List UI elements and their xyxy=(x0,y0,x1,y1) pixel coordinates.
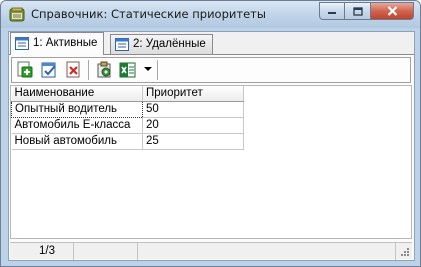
table-row[interactable]: Автомобиль E-класса 20 xyxy=(11,117,244,134)
close-button[interactable] xyxy=(371,2,414,20)
cell-name[interactable]: Опытный водитель xyxy=(11,100,143,118)
excel-export-icon[interactable] xyxy=(119,61,137,79)
cell-priority[interactable]: 50 xyxy=(142,101,244,118)
title-bar[interactable]: Справочник: Статические приоритеты xyxy=(1,1,420,28)
minimize-button[interactable] xyxy=(319,2,345,20)
table-row[interactable]: Опытный водитель 50 xyxy=(11,100,244,118)
reference-book-icon xyxy=(9,7,25,22)
record-position: 1/3 xyxy=(39,245,55,257)
add-icon[interactable] xyxy=(16,61,34,79)
cell-priority[interactable]: 20 xyxy=(142,117,244,134)
app-window: Справочник: Статические приоритеты 1: Ак… xyxy=(0,0,421,267)
tab-deleted[interactable]: 2: Удалённые xyxy=(110,34,213,54)
status-cell-position: 1/3 xyxy=(10,243,74,260)
status-cell xyxy=(74,243,138,260)
table-icon xyxy=(15,37,29,50)
toolbar-separator xyxy=(157,60,159,80)
toolbar xyxy=(11,57,411,83)
edit-icon[interactable] xyxy=(40,61,58,79)
properties-icon[interactable] xyxy=(95,61,113,79)
data-grid: Наименование Приоритет Опытный водитель … xyxy=(10,85,412,239)
cell-name[interactable]: Автомобиль E-класса xyxy=(11,117,143,134)
cell-name[interactable]: Новый автомобиль xyxy=(11,133,143,150)
status-bar: 1/3 xyxy=(10,242,412,260)
tab-panel: Наименование Приоритет Опытный водитель … xyxy=(9,54,414,260)
maximize-button[interactable] xyxy=(345,2,371,20)
column-header-name[interactable]: Наименование xyxy=(11,86,143,102)
tab-strip: 1: Активные 2: Удалённые xyxy=(9,32,414,55)
dropdown-arrow-icon[interactable] xyxy=(144,67,152,71)
table-row[interactable]: Новый автомобиль 25 xyxy=(11,133,244,150)
tab-deleted-label: 2: Удалённые xyxy=(133,38,206,50)
minimize-icon xyxy=(328,12,336,14)
delete-icon[interactable] xyxy=(64,61,82,79)
maximize-icon xyxy=(352,6,363,16)
window-title: Справочник: Статические приоритеты xyxy=(31,7,266,21)
close-icon xyxy=(387,6,397,16)
tab-active[interactable]: 1: Активные xyxy=(10,32,105,55)
tab-active-label: 1: Активные xyxy=(33,37,98,49)
toolbar-separator xyxy=(88,60,90,80)
status-cell xyxy=(138,243,396,260)
cell-priority[interactable]: 25 xyxy=(142,133,244,150)
resize-grip-icon[interactable] xyxy=(400,247,410,257)
data-table: Наименование Приоритет Опытный водитель … xyxy=(11,86,244,150)
client-area: 1: Активные 2: Удалённые Наименование Пр… xyxy=(8,31,415,261)
table-icon xyxy=(115,38,129,51)
column-header-priority[interactable]: Приоритет xyxy=(142,86,244,102)
